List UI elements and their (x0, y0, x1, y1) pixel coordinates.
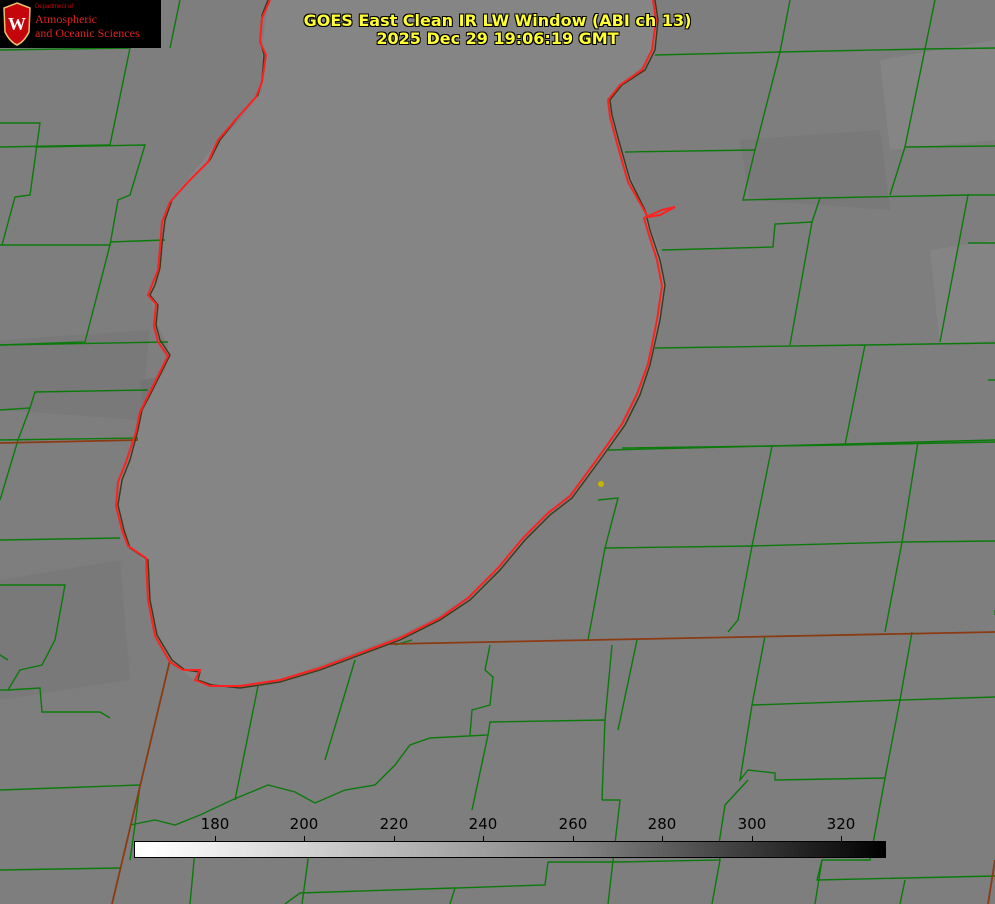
colorbar-label: 280 (647, 815, 677, 833)
image-title: GOES East Clean IR LW Window (ABI ch 13) (303, 11, 692, 30)
temperature-colorbar (134, 841, 886, 858)
colorbar-label: 320 (826, 815, 856, 833)
dark-patch (0, 560, 130, 700)
station-marker (598, 481, 604, 487)
light-patch (930, 240, 995, 345)
image-timestamp: 2025 Dec 29 19:06:19 GMT (376, 29, 619, 48)
colorbar-label: 220 (379, 815, 409, 833)
satellite-map (0, 0, 995, 904)
colorbar-label: 240 (468, 815, 498, 833)
colorbar-label: 200 (289, 815, 319, 833)
colorbar-label: 180 (200, 815, 230, 833)
colorbar-label: 300 (737, 815, 767, 833)
colorbar-label: 260 (558, 815, 588, 833)
logo-dept: Department of (35, 4, 74, 10)
